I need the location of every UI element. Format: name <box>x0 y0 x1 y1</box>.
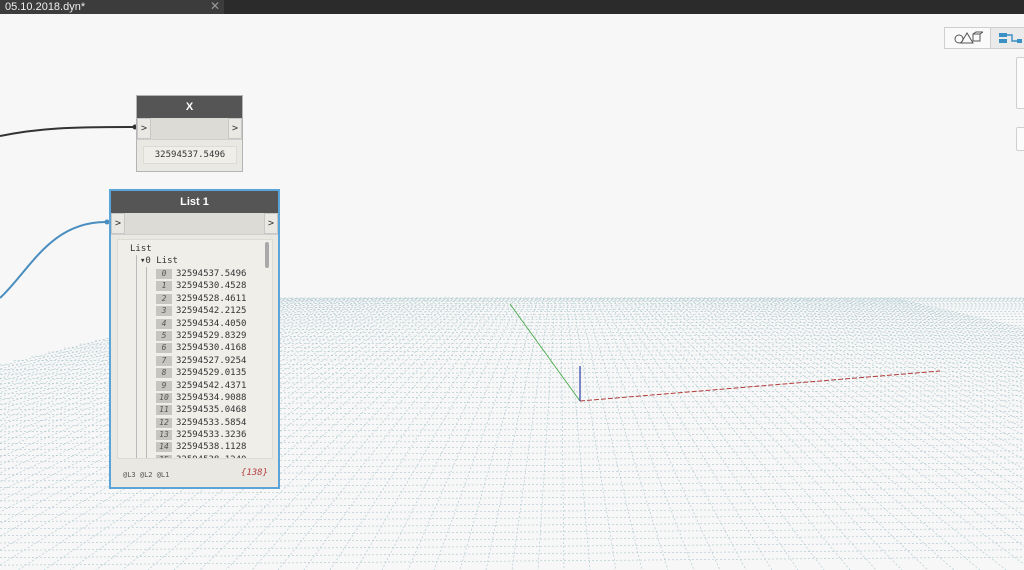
x-output-port[interactable]: > <box>228 118 242 139</box>
wire-to-list[interactable] <box>0 221 107 299</box>
list-item[interactable]: 10 32594534.9088 <box>156 392 246 404</box>
list-item[interactable]: 3 32594542.2125 <box>156 305 246 317</box>
list-item-value: 32594542.2125 <box>176 306 247 317</box>
list-item-index: 4 <box>156 318 172 329</box>
graph-view-icon <box>999 33 1022 43</box>
list-item-index: 5 <box>156 330 172 341</box>
list-item[interactable]: 0 32594537.5496 <box>156 268 246 280</box>
list-item-value: 32594534.9088 <box>176 392 247 403</box>
list-item-index: 0 <box>156 269 172 279</box>
watch-sublist-label: 0 List <box>145 256 178 266</box>
list-item-index: 13 <box>156 430 172 441</box>
list-item-index: 2 <box>156 293 172 304</box>
list-item-index: 3 <box>156 306 172 317</box>
list-item-value: 32594527.9254 <box>176 355 247 366</box>
watch-scrollbar[interactable] <box>265 242 269 268</box>
list-item[interactable]: 7 32594527.9254 <box>156 355 246 367</box>
list-item[interactable]: 15 32594538.1240 <box>156 454 246 458</box>
list-item[interactable]: 8 32594529.0135 <box>156 367 246 379</box>
list-item-value: 32594530.4168 <box>176 343 247 354</box>
list-item-index: 10 <box>156 392 172 403</box>
list-item-index: 6 <box>156 343 172 354</box>
list-item-index: 12 <box>156 417 172 428</box>
x-input-port[interactable]: > <box>137 118 151 139</box>
list-input-port[interactable]: > <box>111 213 125 234</box>
list-node-title[interactable]: List 1 <box>111 191 278 213</box>
watch-preview[interactable]: List ▾0 List 0 32594537.5496 1 32594530.452… <box>117 239 273 459</box>
list-item[interactable]: 11 32594535.0468 <box>156 404 246 416</box>
x-node-title[interactable]: X <box>137 96 242 118</box>
list-item[interactable]: 1 32594530.4528 <box>156 280 246 292</box>
list-item[interactable]: 14 32594538.1128 <box>156 441 246 453</box>
x-node[interactable]: X > > 32594537.5496 <box>136 95 243 172</box>
side-panel-handle[interactable] <box>1016 127 1024 151</box>
list-item[interactable]: 12 32594533.5854 <box>156 417 246 429</box>
list-item-value: 32594542.4371 <box>176 380 247 391</box>
geometry-view-icon <box>954 31 983 44</box>
graph-view-button[interactable] <box>991 28 1024 48</box>
x-port-row: > > <box>137 118 242 140</box>
list-node[interactable]: List 1 > > List ▾0 List 0 32594537.5496 1 3… <box>109 189 280 489</box>
tree-line <box>146 267 147 458</box>
list-item[interactable]: 13 32594533.3236 <box>156 429 246 441</box>
list-item-value: 32594538.1240 <box>176 454 246 458</box>
list-item[interactable]: 2 32594528.4611 <box>156 293 246 305</box>
list-item[interactable]: 9 32594542.4371 <box>156 380 246 392</box>
wire-to-x[interactable] <box>0 126 134 137</box>
list-item-index: 1 <box>156 281 172 292</box>
side-panel-handle[interactable] <box>1016 57 1024 109</box>
list-item[interactable]: 6 32594530.4168 <box>156 342 246 354</box>
list-item-value: 32594529.0135 <box>176 368 247 379</box>
list-item-value: 32594534.4050 <box>176 318 247 329</box>
list-item-value: 32594533.5854 <box>176 417 247 428</box>
watch-items: 0 32594537.5496 1 32594530.4528 2 32594528.46… <box>156 268 246 458</box>
list-item-value: 32594529.8329 <box>176 330 247 341</box>
list-output-port[interactable]: > <box>264 213 278 234</box>
list-item-index: 7 <box>156 355 172 366</box>
list-item[interactable]: 5 32594529.8329 <box>156 330 246 342</box>
list-port-row: > > <box>111 213 278 235</box>
list-levels[interactable]: @L3 @L2 @L1 <box>123 471 169 479</box>
list-item-index: 14 <box>156 442 172 453</box>
watch-root-label: List <box>130 244 152 254</box>
list-item-value: 32594528.4611 <box>176 293 247 304</box>
watch-sublist[interactable]: ▾0 List <box>140 256 178 266</box>
list-item[interactable]: 4 32594534.4050 <box>156 318 246 330</box>
x-value-preview: 32594537.5496 <box>143 146 237 164</box>
view-toggle <box>944 27 1024 49</box>
list-item-value: 32594530.4528 <box>176 281 247 292</box>
list-item-value: 32594538.1128 <box>176 442 247 453</box>
list-item-value: 32594535.0468 <box>176 405 247 416</box>
list-item-index: 9 <box>156 380 172 391</box>
list-item-value: 32594533.3236 <box>176 430 247 441</box>
list-count: {138} <box>240 468 268 478</box>
list-item-value: 32594537.5496 <box>176 269 247 279</box>
tree-line <box>136 255 137 458</box>
list-item-index: 15 <box>156 454 172 458</box>
list-item-index: 11 <box>156 405 172 416</box>
geometry-view-button[interactable] <box>945 28 991 48</box>
list-item-index: 8 <box>156 368 172 379</box>
